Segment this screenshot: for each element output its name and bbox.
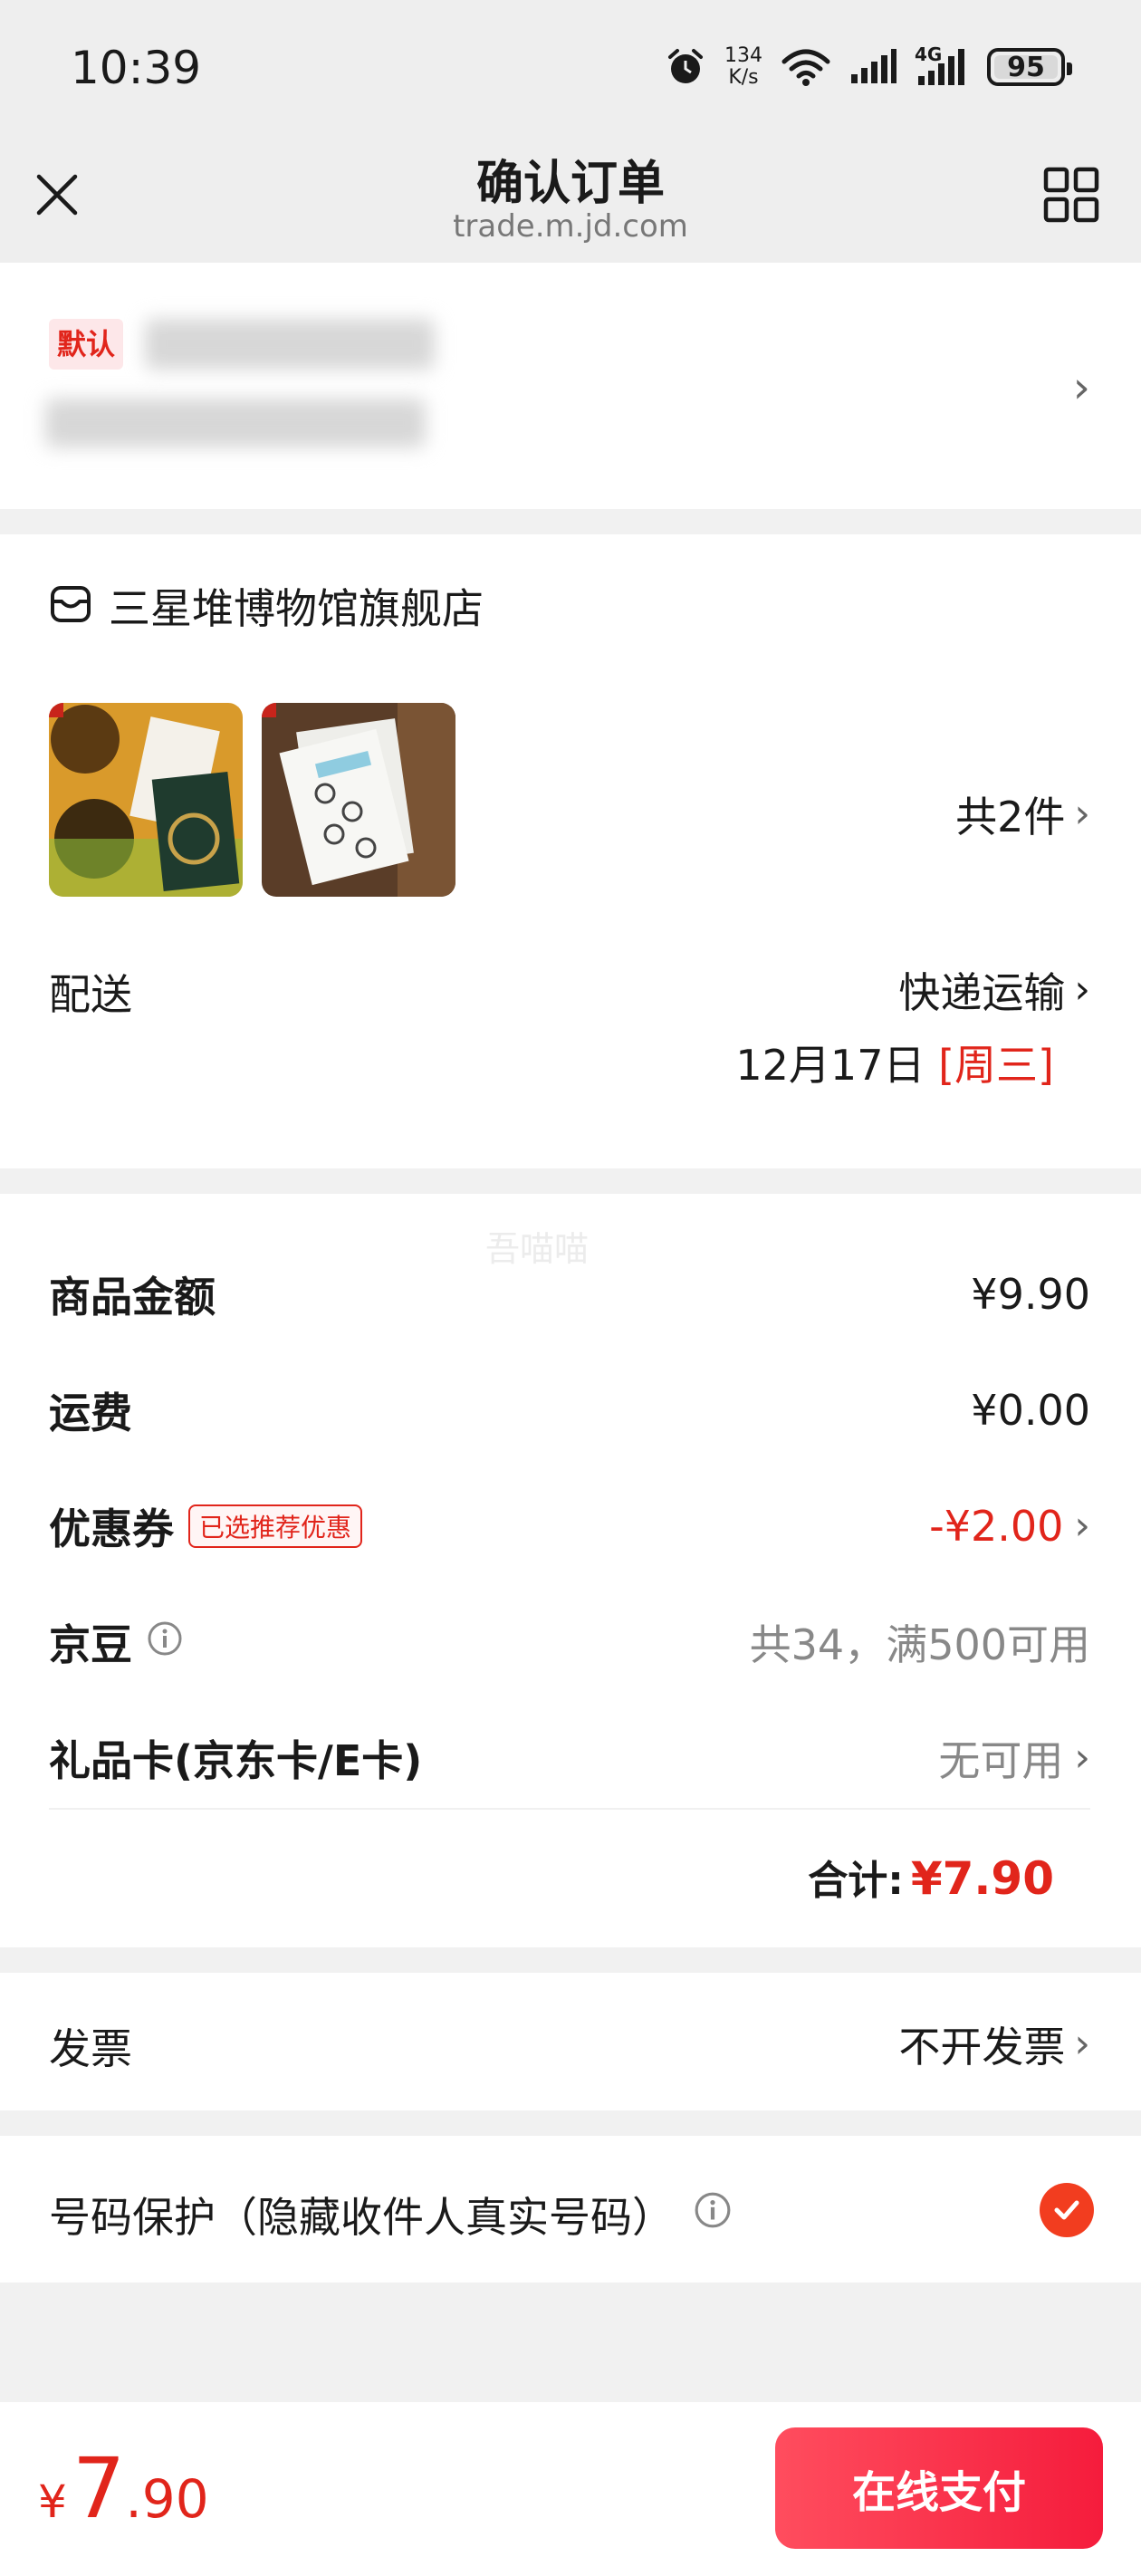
jd-beans-label-group: 京豆 bbox=[49, 1612, 183, 1672]
store-name: 三星堆博物馆旗舰店 bbox=[109, 584, 484, 633]
checkmark-icon bbox=[1054, 2200, 1079, 2220]
coupon-label-group: 优惠券 已选推荐优惠 bbox=[49, 1496, 363, 1556]
menu-button[interactable] bbox=[1040, 163, 1103, 226]
goods-amount-value: ¥9.90 bbox=[971, 1270, 1090, 1319]
invoice-value: 不开发票 bbox=[898, 2023, 1066, 2071]
chevron-right-icon: › bbox=[1074, 1503, 1090, 1549]
delivery-label: 配送 bbox=[49, 970, 132, 1019]
delivery-method-value: 快递运输 bbox=[898, 968, 1066, 1017]
item-count-link[interactable]: 共2件 › bbox=[955, 784, 1090, 844]
invoice-card[interactable]: 发票 不开发票 › bbox=[0, 1973, 1141, 2110]
store-icon bbox=[49, 582, 92, 630]
chevron-right-icon: › bbox=[1072, 362, 1090, 413]
status-time: 10:39 bbox=[71, 42, 202, 94]
product-thumbnail-2[interactable] bbox=[262, 703, 455, 897]
product-thumbnail-1[interactable] bbox=[49, 703, 243, 897]
number-protection-checkbox[interactable] bbox=[1040, 2183, 1094, 2237]
default-address-tag: 默认 bbox=[49, 319, 123, 370]
status-icons: 134 K/s 4G 95 bbox=[665, 40, 1072, 94]
payable-amount: ¥ 7 .90 bbox=[38, 2440, 209, 2537]
network-speed-unit: K/s bbox=[728, 66, 759, 89]
network-speed: 134 K/s bbox=[724, 45, 762, 89]
coupon-label: 优惠券 bbox=[49, 1504, 174, 1553]
coupon-value: -¥2.00 bbox=[929, 1502, 1064, 1551]
gift-card-value: 无可用 bbox=[938, 1736, 1064, 1785]
price-details-card: 吾喵喵 商品金额 ¥9.90 运费 ¥0.00 优惠券 已选推荐优惠 -¥2.0… bbox=[0, 1194, 1141, 1947]
grid-menu-icon bbox=[1043, 167, 1099, 223]
address-card[interactable]: 默认 › bbox=[0, 263, 1141, 509]
chevron-right-icon: › bbox=[1074, 966, 1090, 1013]
signal-4g-icon: 4G bbox=[915, 43, 969, 87]
shipping-fee-value: ¥0.00 bbox=[971, 1386, 1090, 1435]
jd-beans-value: 共34，满500可用 bbox=[749, 1620, 1090, 1669]
delivery-date: 12月17日 [周三] bbox=[735, 1033, 1054, 1092]
total-value: ¥7.90 bbox=[910, 1852, 1054, 1905]
total-label: 合计: bbox=[808, 1858, 904, 1904]
redacted-address-detail bbox=[45, 399, 426, 447]
jd-beans-label: 京豆 bbox=[49, 1620, 132, 1669]
payable-amount-integer: 7 bbox=[72, 2440, 126, 2537]
delivery-method-selector[interactable]: 快递运输 › bbox=[898, 960, 1090, 1020]
total-row: 合计: ¥7.90 bbox=[808, 1848, 1054, 1906]
number-protection-label-group: 号码保护（隐藏收件人真实号码） bbox=[49, 2185, 732, 2244]
item-count-label: 共2件 bbox=[955, 793, 1066, 841]
goods-amount-row: 商品金额 ¥9.90 bbox=[49, 1263, 1090, 1326]
redacted-recipient-name bbox=[145, 319, 435, 370]
page-title: 确认订单 bbox=[475, 157, 665, 211]
battery-level: 95 bbox=[1007, 51, 1045, 83]
shipping-fee-label: 运费 bbox=[49, 1389, 132, 1437]
coupon-row[interactable]: 优惠券 已选推荐优惠 -¥2.00 › bbox=[49, 1495, 1090, 1558]
chevron-right-icon: › bbox=[1074, 1735, 1090, 1781]
delivery-date-value: 12月17日 bbox=[735, 1041, 925, 1090]
invoice-label: 发票 bbox=[49, 2024, 132, 2073]
pay-online-button[interactable]: 在线支付 bbox=[775, 2427, 1103, 2549]
coupon-value-group: -¥2.00 › bbox=[929, 1502, 1090, 1551]
invoice-selector[interactable]: 不开发票 › bbox=[898, 2014, 1090, 2074]
info-icon[interactable] bbox=[694, 2190, 732, 2239]
coupon-recommended-tag: 已选推荐优惠 bbox=[188, 1504, 363, 1548]
delivery-weekday: [周三] bbox=[938, 1041, 1054, 1090]
bottom-pay-bar: ¥ 7 .90 在线支付 bbox=[0, 2402, 1141, 2576]
gift-card-row[interactable]: 礼品卡(京东卡/E卡) 无可用 › bbox=[49, 1726, 1090, 1790]
chevron-right-icon: › bbox=[1074, 791, 1090, 837]
chevron-right-icon: › bbox=[1074, 2021, 1090, 2067]
divider bbox=[49, 1808, 1090, 1810]
number-protection-label: 号码保护（隐藏收件人真实号码） bbox=[49, 2193, 674, 2242]
signal-icon bbox=[849, 49, 896, 85]
number-protection-card: 号码保护（隐藏收件人真实号码） bbox=[0, 2136, 1141, 2283]
page-domain: trade.m.jd.com bbox=[453, 208, 688, 245]
store-header[interactable]: 三星堆博物馆旗舰店 bbox=[49, 576, 484, 636]
info-icon[interactable] bbox=[147, 1618, 183, 1667]
battery-indicator: 95 bbox=[987, 48, 1072, 86]
jd-beans-row: 京豆 共34，满500可用 bbox=[49, 1610, 1090, 1674]
order-card: 三星堆博物馆旗舰店 共2件 › 配送 快递运输 › 12月17日 [周三] bbox=[0, 534, 1141, 1168]
status-bar: 10:39 134 K/s 4G 95 bbox=[0, 0, 1141, 136]
network-speed-value: 134 bbox=[724, 44, 762, 67]
payable-amount-decimal: .90 bbox=[125, 2468, 209, 2530]
shipping-fee-row: 运费 ¥0.00 bbox=[49, 1379, 1090, 1442]
wifi-icon bbox=[781, 47, 831, 87]
gift-card-value-group: 无可用 › bbox=[938, 1728, 1090, 1788]
nav-bar: 确认订单 trade.m.jd.com bbox=[0, 136, 1141, 263]
alarm-icon bbox=[665, 46, 706, 88]
goods-amount-label: 商品金额 bbox=[49, 1273, 216, 1322]
currency-symbol: ¥ bbox=[38, 2475, 67, 2528]
gift-card-label: 礼品卡(京东卡/E卡) bbox=[49, 1736, 423, 1785]
